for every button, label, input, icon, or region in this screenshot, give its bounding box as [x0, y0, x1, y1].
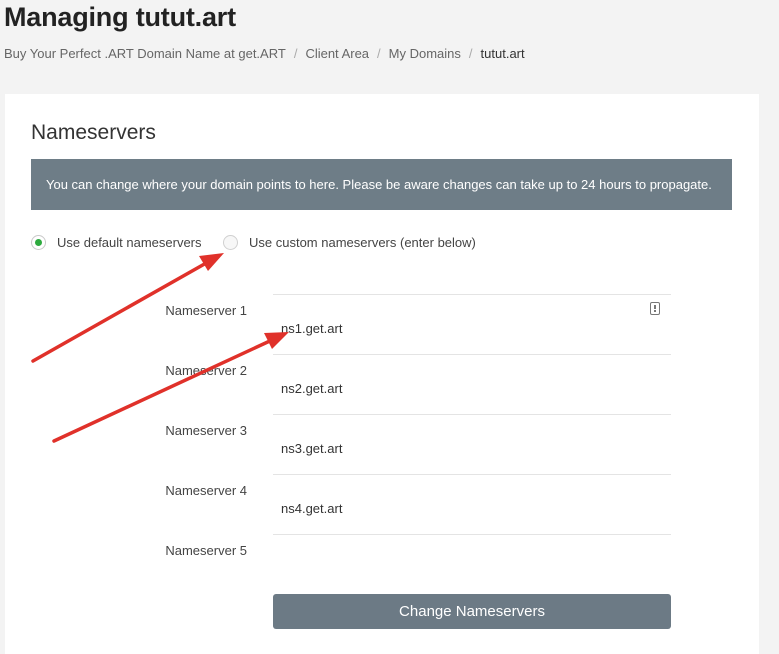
info-banner: You can change where your domain points … [31, 159, 732, 210]
radio-button-unchecked[interactable] [223, 235, 238, 250]
breadcrumb: Buy Your Perfect .ART Domain Name at get… [4, 46, 525, 61]
nameserver-5-input[interactable] [273, 534, 671, 594]
nameservers-heading: Nameservers [31, 121, 156, 144]
nameserver-1-label: Nameserver 1 [165, 303, 247, 318]
nameserver-2-input[interactable] [273, 354, 671, 414]
breadcrumb-link-my-domains[interactable]: My Domains [389, 46, 461, 61]
radio-custom-label: Use custom nameservers (enter below) [249, 235, 476, 250]
radio-default-nameservers[interactable]: Use default nameservers [31, 235, 202, 250]
change-nameservers-button[interactable]: Change Nameservers [273, 594, 671, 629]
radio-default-label: Use default nameservers [57, 235, 202, 250]
password-manager-icon[interactable] [650, 302, 660, 315]
radio-custom-nameservers[interactable]: Use custom nameservers (enter below) [223, 235, 476, 250]
nameserver-3-label: Nameserver 3 [165, 423, 247, 438]
radio-button-checked[interactable] [31, 235, 46, 250]
breadcrumb-current: tutut.art [480, 46, 525, 61]
breadcrumb-separator: / [293, 46, 298, 61]
radio-dot-icon [35, 239, 42, 246]
nameserver-2-label: Nameserver 2 [165, 363, 247, 378]
info-banner-text: You can change where your domain points … [46, 177, 712, 192]
nameservers-card: Nameservers You can change where your do… [5, 94, 759, 654]
nameserver-1-input[interactable] [273, 294, 671, 354]
nameserver-5-label: Nameserver 5 [165, 543, 247, 558]
page-title: Managing tutut.art [4, 2, 236, 32]
breadcrumb-separator: / [468, 46, 473, 61]
nameserver-3-input[interactable] [273, 414, 671, 474]
breadcrumb-link-client-area[interactable]: Client Area [305, 46, 369, 61]
breadcrumb-separator: / [377, 46, 381, 61]
nameserver-4-input[interactable] [273, 474, 671, 534]
nameserver-4-label: Nameserver 4 [165, 483, 247, 498]
breadcrumb-link-home[interactable]: Buy Your Perfect .ART Domain Name at get… [4, 46, 286, 61]
